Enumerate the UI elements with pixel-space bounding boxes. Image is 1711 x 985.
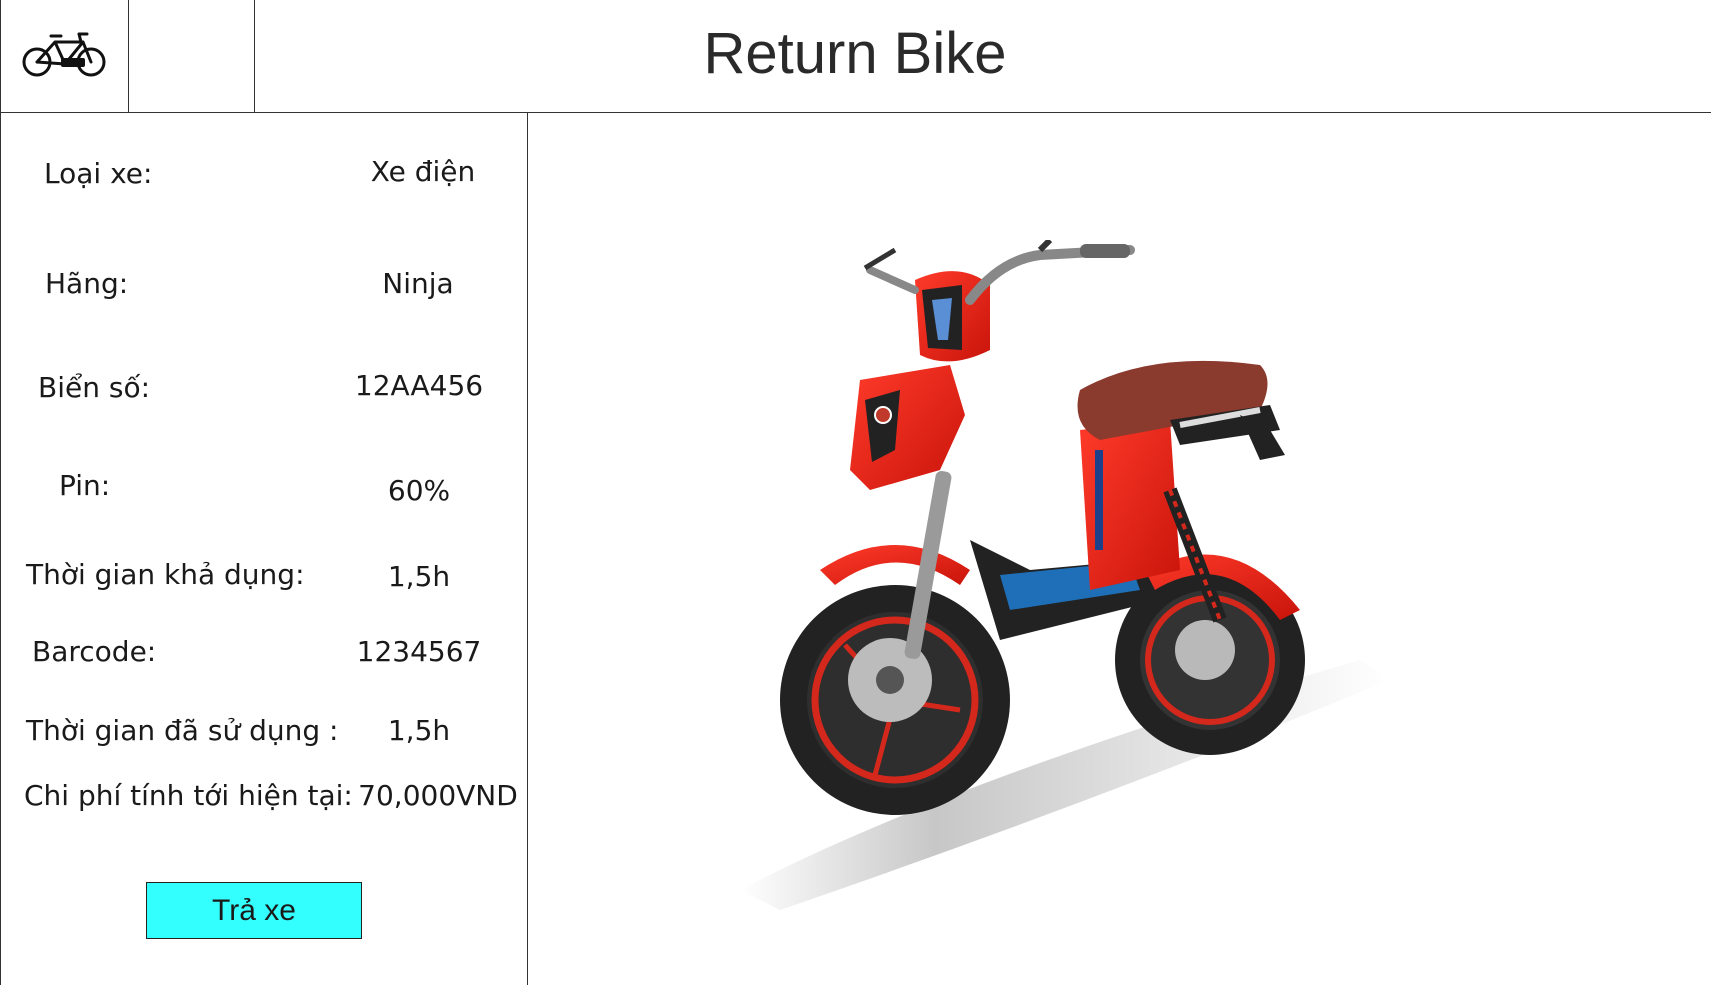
logo-cell [0,0,129,113]
current-cost-value: 70,000VND [358,779,518,812]
used-time-value: 1,5h [387,714,451,747]
brand-label: Hãng: [45,267,129,300]
return-bike-button[interactable]: Trả xe [146,882,362,939]
electric-scooter-image [740,240,1390,910]
page-title: Return Bike [703,21,1007,86]
barcode-label: Barcode: [32,635,157,668]
bike-type-label: Loại xe: [44,157,153,190]
available-time-value: 1,5h [387,560,451,593]
barcode-value: 1234567 [356,635,482,668]
battery-label: Pin: [59,469,111,502]
bicycle-icon [22,32,106,77]
bike-type-value: Xe điện [370,155,476,188]
available-time-label: Thời gian khả dụng: [26,558,305,591]
app-header: Return Bike [0,0,1711,113]
header-spacer-cell [129,0,255,113]
bike-details-panel: Loại xe: Xe điện Hãng: Ninja Biển số: 12… [0,113,528,985]
current-cost-label: Chi phí tính tới hiện tại: [24,779,353,812]
used-time-label: Thời gian đã sử dụng : [26,714,339,747]
battery-value: 60% [387,474,451,507]
license-plate-label: Biển số: [38,371,151,404]
license-plate-value: 12AA456 [354,369,484,402]
brand-value: Ninja [382,267,454,300]
